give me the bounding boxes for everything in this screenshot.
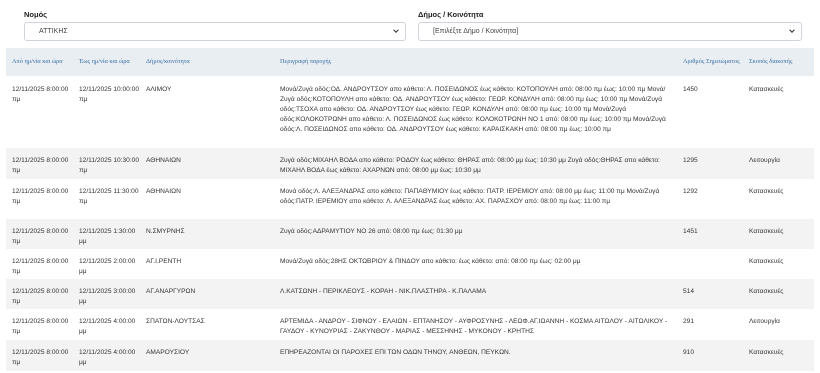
nomos-select-value: ΑΤΤΙΚΗΣ xyxy=(39,28,68,35)
cell-note-number: 1451 xyxy=(683,228,698,235)
cell-description: Ζυγά οδός:ΑΔΡΑΜΥΤΙΟΥ ΝΟ 26 από: 08:00 πμ… xyxy=(280,228,463,235)
cell-from: 12/11/2025 8:00:00 πμ xyxy=(12,288,69,305)
cell-note-number: 291 xyxy=(683,318,695,325)
dimos-select[interactable]: [Επιλέξτε Δήμο / Κοινότητα] xyxy=(418,22,802,41)
cell-reason: Λειτουργία xyxy=(749,318,780,325)
filters-bar: Νομός ΑΤΤΙΚΗΣ Δήμος / Κοινότητα [Επιλέξτ… xyxy=(0,0,820,46)
cell-reason: Λειτουργία xyxy=(749,157,780,164)
cell-municipality: ΑΘΗΝΑΙΩΝ xyxy=(146,188,181,195)
cell-note-number: 1450 xyxy=(683,86,698,93)
cell-from: 12/11/2025 8:00:00 πμ xyxy=(12,318,69,335)
cell-from: 12/11/2025 8:00:00 πμ xyxy=(12,258,69,275)
nomos-select[interactable]: ΑΤΤΙΚΗΣ xyxy=(24,22,406,41)
table-row: 12/11/2025 8:00:00 πμ 12/11/2025 4:00:00… xyxy=(6,340,814,371)
cell-from: 12/11/2025 8:00:00 πμ xyxy=(12,86,69,103)
header-description[interactable]: Περιγραφή παροχής xyxy=(280,48,680,76)
cell-to: 12/11/2025 4:00:00 μμ xyxy=(79,349,136,366)
table-row: 12/11/2025 8:00:00 πμ 12/11/2025 4:00:00… xyxy=(6,309,814,340)
cell-from: 12/11/2025 8:00:00 πμ xyxy=(12,228,69,245)
cell-reason: Κατασκευές xyxy=(749,258,784,265)
cell-municipality: ΑΛΙΜΟΥ xyxy=(146,86,172,93)
cell-reason: Κατασκευές xyxy=(749,288,784,295)
cell-description: ΑΡΤΕΜΙΔΑ - ΑΝΔΡΟΥ - ΣΙΦΝΟΥ - ΕΛΑΙΩΝ - ΕΠ… xyxy=(280,318,668,335)
cell-from: 12/11/2025 8:00:00 πμ xyxy=(12,157,69,174)
cell-municipality: ΑΓ.Ι.ΡΕΝΤΗ xyxy=(146,258,182,265)
cell-to: 12/11/2025 10:30:00 πμ xyxy=(79,157,140,174)
cell-municipality: ΑΓ.ΑΝΑΡΓΥΡΩΝ xyxy=(146,288,196,295)
table-row: 12/11/2025 8:00:00 πμ 12/11/2025 11:30:0… xyxy=(6,179,814,219)
cell-municipality: ΑΜΑΡΟΥΣΙΟΥ xyxy=(146,349,190,356)
cell-to: 12/11/2025 4:00:00 μμ xyxy=(79,318,136,335)
cell-description: Λ.ΚΑΤΣΩΝΗ - ΠΕΡΙΚΛΕΟΥΣ - ΚΟΡΑΗ - ΝΙΚ.ΠΛΑ… xyxy=(280,288,487,295)
cell-note-number: 910 xyxy=(683,349,695,356)
table-row: 12/11/2025 8:00:00 πμ 12/11/2025 10:00:0… xyxy=(6,77,814,148)
cell-note-number: 514 xyxy=(683,288,695,295)
dimos-label: Δήμος / Κοινότητα xyxy=(418,10,484,19)
cell-note-number: 1295 xyxy=(683,157,698,164)
cell-municipality: ΣΠΑΤΩΝ-ΛΟΥΤΣΑΣ xyxy=(146,318,205,325)
cell-description: Μονά οδός:Λ. ΑΛΕΞΑΝΔΡΑΣ απο κάθετο: ΠΑΠΑ… xyxy=(280,188,660,205)
header-from[interactable]: Από ημ/νία και ώρα xyxy=(12,48,72,76)
cell-note-number: 1292 xyxy=(683,188,698,195)
cell-to: 12/11/2025 1:30:00 μμ xyxy=(79,228,136,245)
cell-municipality: ΑΘΗΝΑΙΩΝ xyxy=(146,157,181,164)
header-municipality[interactable]: Δήμος/κοινότητα xyxy=(146,48,276,76)
cell-reason: Κατασκευές xyxy=(749,188,784,195)
chevron-down-icon xyxy=(789,29,795,33)
table-header: Από ημ/νία και ώρα Έως ημ/νία και ώρα Δή… xyxy=(6,48,814,76)
cell-description: Ζυγά οδός:ΜΙΧΑΗΛ ΒΟΔΑ απο κάθετο: ΡΟΔΟΥ … xyxy=(280,157,660,174)
cell-description: Μονά/Ζυγά οδός:28ΗΣ ΟΚΤΩΒΡΙΟΥ & ΠΙΝΔΟΥ α… xyxy=(280,258,581,265)
cell-reason: Κατασκευές xyxy=(749,349,784,356)
cell-reason: Κατασκευές xyxy=(749,86,784,93)
cell-from: 12/11/2025 8:00:00 πμ xyxy=(12,349,69,366)
cell-to: 12/11/2025 2:00:00 μμ xyxy=(79,258,136,275)
cell-municipality: Ν.ΣΜΥΡΝΗΣ xyxy=(146,228,185,235)
cell-to: 12/11/2025 3:00:00 μμ xyxy=(79,288,136,305)
header-to[interactable]: Έως ημ/νία και ώρα xyxy=(79,48,141,76)
cell-reason: Κατασκευές xyxy=(749,228,784,235)
dimos-select-value: [Επιλέξτε Δήμο / Κοινότητα] xyxy=(433,28,519,35)
cell-from: 12/11/2025 8:00:00 πμ xyxy=(12,188,69,205)
table-row: 12/11/2025 8:00:00 πμ 12/11/2025 10:30:0… xyxy=(6,148,814,179)
cell-description: Μονά/Ζυγά οδός:ΟΔ. ΑΝΔΡΟΥΤΣΟΥ απο κάθετο… xyxy=(280,86,666,133)
header-reason[interactable]: Σκοπός διακοπής xyxy=(749,48,814,76)
cell-to: 12/11/2025 10:00:00 πμ xyxy=(79,86,140,103)
cell-to: 12/11/2025 11:30:00 πμ xyxy=(79,188,139,205)
table-row: 12/11/2025 8:00:00 πμ 12/11/2025 3:00:00… xyxy=(6,279,814,309)
header-note-number[interactable]: Αριθμός Σημειώματος xyxy=(683,48,743,76)
nomos-label: Νομός xyxy=(24,10,48,19)
table-row: 12/11/2025 8:00:00 πμ 12/11/2025 1:30:00… xyxy=(6,219,814,249)
cell-description: ΕΠΗΡΕΑΖΟΝΤΑΙ ΟΙ ΠΑΡΟΧΕΣ ΕΠΙ ΤΩΝ ΟΔΩΝ ΤΗΝ… xyxy=(280,349,511,356)
table-row: 12/11/2025 8:00:00 πμ 12/11/2025 2:00:00… xyxy=(6,249,814,279)
chevron-down-icon xyxy=(393,29,399,33)
